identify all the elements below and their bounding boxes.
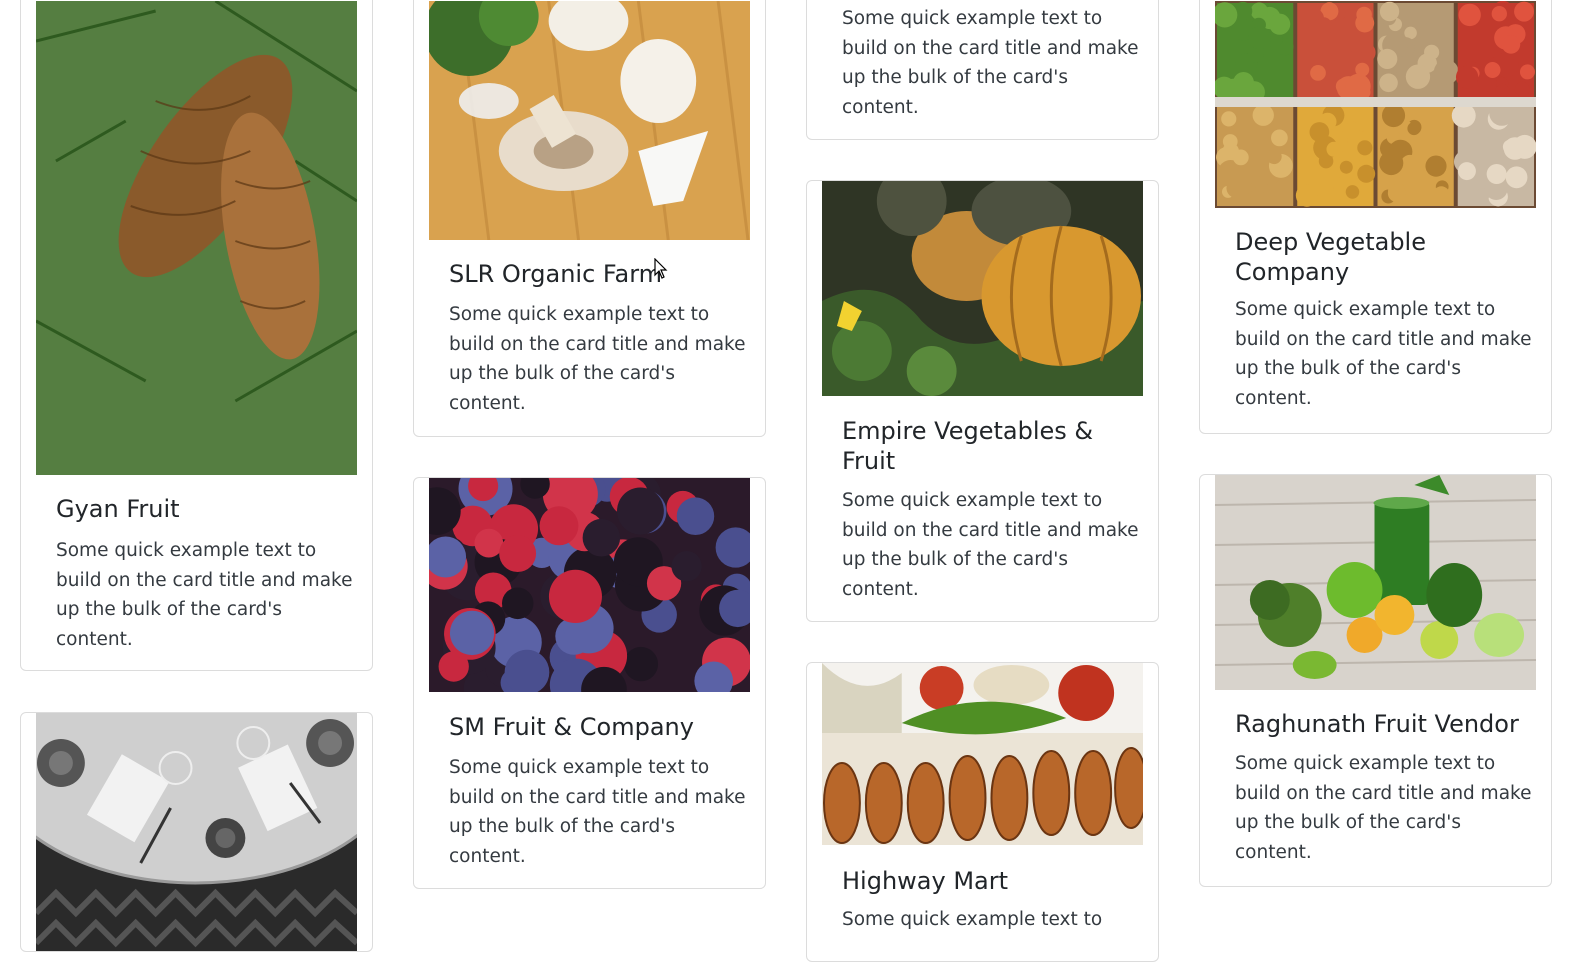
card-title: Deep Vegetable Company — [1235, 228, 1426, 286]
card-image-berries — [429, 478, 750, 692]
card-image-mushrooms — [429, 1, 750, 240]
card-image-pine-cones — [36, 1, 357, 475]
card-image-pumpkins — [822, 181, 1143, 396]
card-title: SM Fruit & Company — [449, 713, 694, 741]
card-title: Gyan Fruit — [56, 495, 180, 523]
vendor-card-gyan-fruit[interactable]: Gyan Fruit Some quick example text to bu… — [20, 0, 373, 671]
vendor-card-raghunath-fruit[interactable]: Raghunath Fruit Vendor Some quick exampl… — [1199, 474, 1552, 887]
vendor-card-dining[interactable] — [20, 712, 373, 952]
card-title: Raghunath Fruit Vendor — [1235, 710, 1519, 738]
card-text: Some quick example text to build on the … — [842, 490, 1139, 600]
vendor-card-top-partial[interactable]: Some quick example text to build on the … — [806, 0, 1159, 140]
card-text: Some quick example text to — [842, 909, 1103, 930]
card-title: SLR Organic Farm — [449, 260, 663, 288]
vendor-card-empire-vegetables[interactable]: Empire Vegetables & Fruit Some quick exa… — [806, 180, 1159, 622]
card-text: Some quick example text to build on the … — [449, 304, 746, 414]
card-image-grilled-food — [822, 663, 1143, 845]
mouse-cursor-icon — [654, 258, 668, 279]
card-image-vegetable-crates — [1215, 1, 1536, 208]
card-text: Some quick example text to build on the … — [449, 757, 746, 867]
vendor-card-sm-fruit-company[interactable]: SM Fruit & Company Some quick example te… — [413, 477, 766, 889]
card-text: Some quick example text to build on the … — [842, 8, 1139, 118]
vendor-card-slr-organic-farm[interactable]: SLR Organic Farm Some quick example text… — [413, 0, 766, 437]
card-title: Highway Mart — [842, 867, 1009, 895]
card-title: Empire Vegetables & Fruit — [842, 417, 1094, 475]
vendor-card-deep-vegetable[interactable]: Deep Vegetable Company Some quick exampl… — [1199, 0, 1552, 434]
card-image-dining-table — [36, 713, 357, 951]
card-text: Some quick example text to build on the … — [1235, 299, 1532, 409]
vendor-card-highway-mart[interactable]: Highway Mart Some quick example text to — [806, 662, 1159, 962]
card-text: Some quick example text to build on the … — [1235, 753, 1532, 863]
card-image-green-smoothie — [1215, 475, 1536, 690]
card-text: Some quick example text to build on the … — [56, 540, 353, 650]
